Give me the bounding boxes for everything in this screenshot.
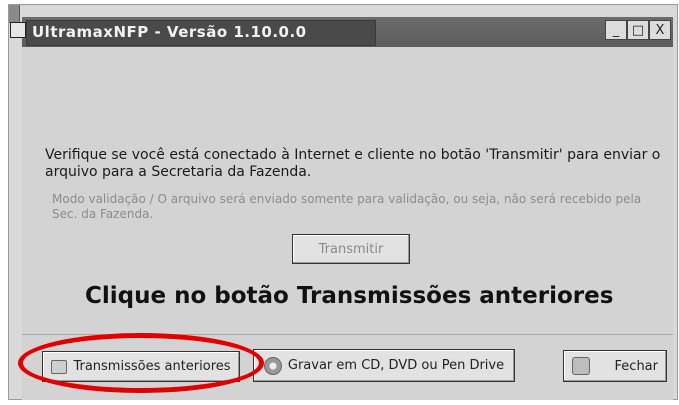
burn-media-label: Gravar em CD, DVD ou Pen Drive bbox=[287, 358, 505, 373]
maximize-button[interactable]: □ bbox=[627, 20, 649, 40]
window-body bbox=[22, 47, 673, 400]
corner-marker bbox=[9, 5, 20, 23]
close-button-label: Fechar bbox=[614, 358, 658, 374]
disc-icon bbox=[263, 356, 282, 375]
close-window-button[interactable]: X bbox=[649, 20, 671, 40]
window-controls: _ □ X bbox=[605, 20, 671, 40]
burn-media-button[interactable]: Gravar em CD, DVD ou Pen Drive bbox=[253, 349, 515, 382]
app-icon bbox=[10, 22, 26, 38]
minimize-button[interactable]: _ bbox=[605, 20, 627, 40]
instruction-headline: Clique no botão Transmissões anteriores bbox=[85, 283, 614, 309]
window-title: UltramaxNFP - Versão 1.10.0.0 bbox=[32, 23, 307, 41]
previous-transmissions-button[interactable]: Transmissões anteriores bbox=[42, 351, 240, 382]
previous-transmissions-label: Transmissões anteriores bbox=[73, 359, 231, 374]
previous-transmissions-icon bbox=[51, 359, 68, 374]
instructions-text: Verifique se você está conectado à Inter… bbox=[45, 147, 661, 180]
transmit-button-label: Transmitir bbox=[318, 241, 384, 257]
footer-divider bbox=[22, 334, 673, 335]
exit-icon bbox=[572, 357, 590, 375]
transmit-button[interactable]: Transmitir bbox=[292, 234, 410, 264]
close-button[interactable]: Fechar bbox=[563, 350, 667, 382]
validation-note: Modo validação / O arquivo será enviado … bbox=[52, 192, 642, 221]
